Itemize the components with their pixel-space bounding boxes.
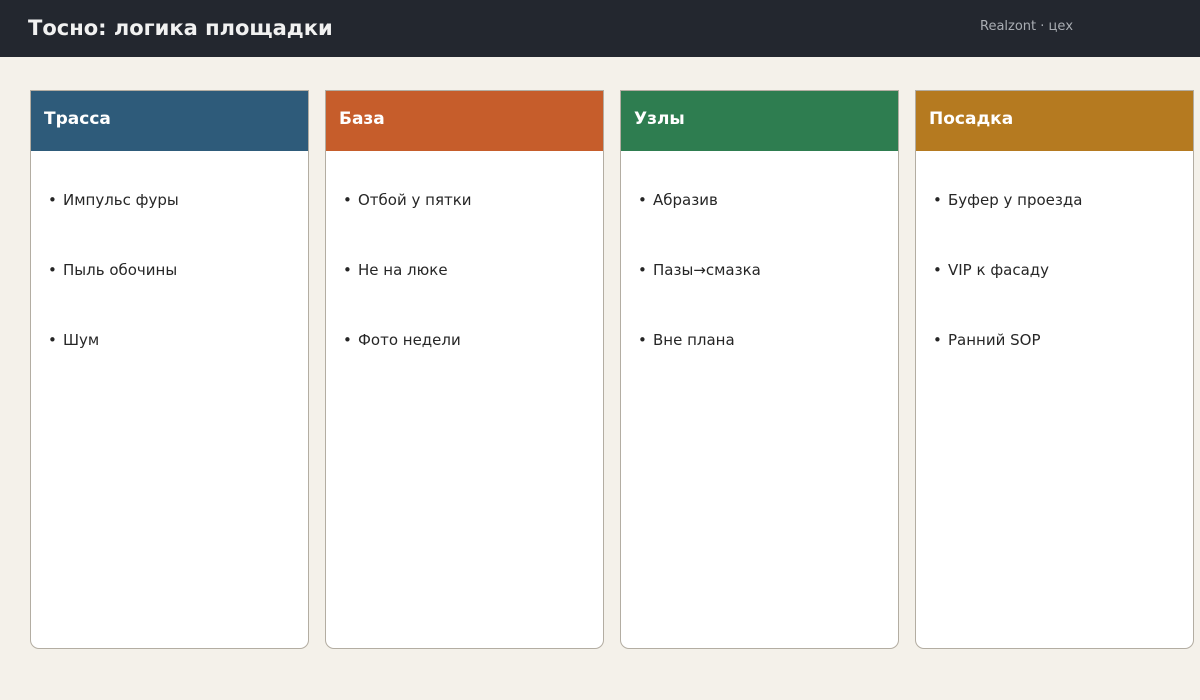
list-item-label: Ранний SOP — [948, 331, 1041, 349]
list-item-label: Вне плана — [653, 331, 735, 349]
list-item-label: Не на люке — [358, 261, 448, 279]
bullet-icon: • — [343, 331, 352, 349]
bullet-icon: • — [48, 191, 57, 209]
list-item: • Импульс фуры — [48, 190, 179, 210]
bullet-icon: • — [638, 331, 647, 349]
list-item-label: Пазы→смазка — [653, 261, 761, 279]
bullet-icon: • — [343, 191, 352, 209]
list-item: • Шум — [48, 330, 99, 350]
list-item-label: Шум — [63, 331, 100, 349]
list-item: • Фото недели — [343, 330, 461, 350]
list-item-label: Буфер у проезда — [948, 191, 1083, 209]
bullet-icon: • — [933, 261, 942, 279]
bullet-icon: • — [48, 261, 57, 279]
list-item: • Пазы→смазка — [638, 260, 761, 280]
column-header: База — [326, 91, 603, 151]
bullet-icon: • — [343, 261, 352, 279]
list-item: • VIP к фасаду — [933, 260, 1049, 280]
column-uzly: Узлы • Абразив • Пазы→смазка • Вне плана — [620, 90, 899, 649]
bullet-icon: • — [48, 331, 57, 349]
bullet-icon: • — [933, 331, 942, 349]
list-item-label: Импульс фуры — [63, 191, 179, 209]
column-header: Трасса — [31, 91, 308, 151]
brand-caption: Realzont · цех — [980, 19, 1074, 34]
list-item-label: VIP к фасаду — [948, 261, 1050, 279]
list-item: • Пыль обочины — [48, 260, 177, 280]
list-item-label: Отбой у пятки — [358, 191, 472, 209]
column-baza: База • Отбой у пятки • Не на люке • Фото не… — [325, 90, 604, 649]
column-header: Посадка — [916, 91, 1193, 151]
list-item: • Ранний SOP — [933, 330, 1041, 350]
bullet-icon: • — [638, 191, 647, 209]
list-item: • Вне плана — [638, 330, 735, 350]
list-item: • Не на люке — [343, 260, 448, 280]
list-item-label: Абразив — [653, 191, 718, 209]
bullet-icon: • — [933, 191, 942, 209]
list-item-label: Фото недели — [358, 331, 461, 349]
top-bar: Тосно: логика площадки Realzont · цех — [0, 0, 1200, 57]
column-header: Узлы — [621, 91, 898, 151]
column-trassa: Трасса • Импульс фуры • Пыль обочины • Шум — [30, 90, 309, 649]
list-item: • Абразив — [638, 190, 718, 210]
list-item-label: Пыль обочины — [63, 261, 178, 279]
page-title: Тосно: логика площадки — [28, 16, 333, 40]
list-item: • Буфер у проезда — [933, 190, 1082, 210]
column-posadka: Посадка • Буфер у проезда • VIP к фасаду •… — [915, 90, 1194, 649]
bullet-icon: • — [638, 261, 647, 279]
list-item: • Отбой у пятки — [343, 190, 472, 210]
